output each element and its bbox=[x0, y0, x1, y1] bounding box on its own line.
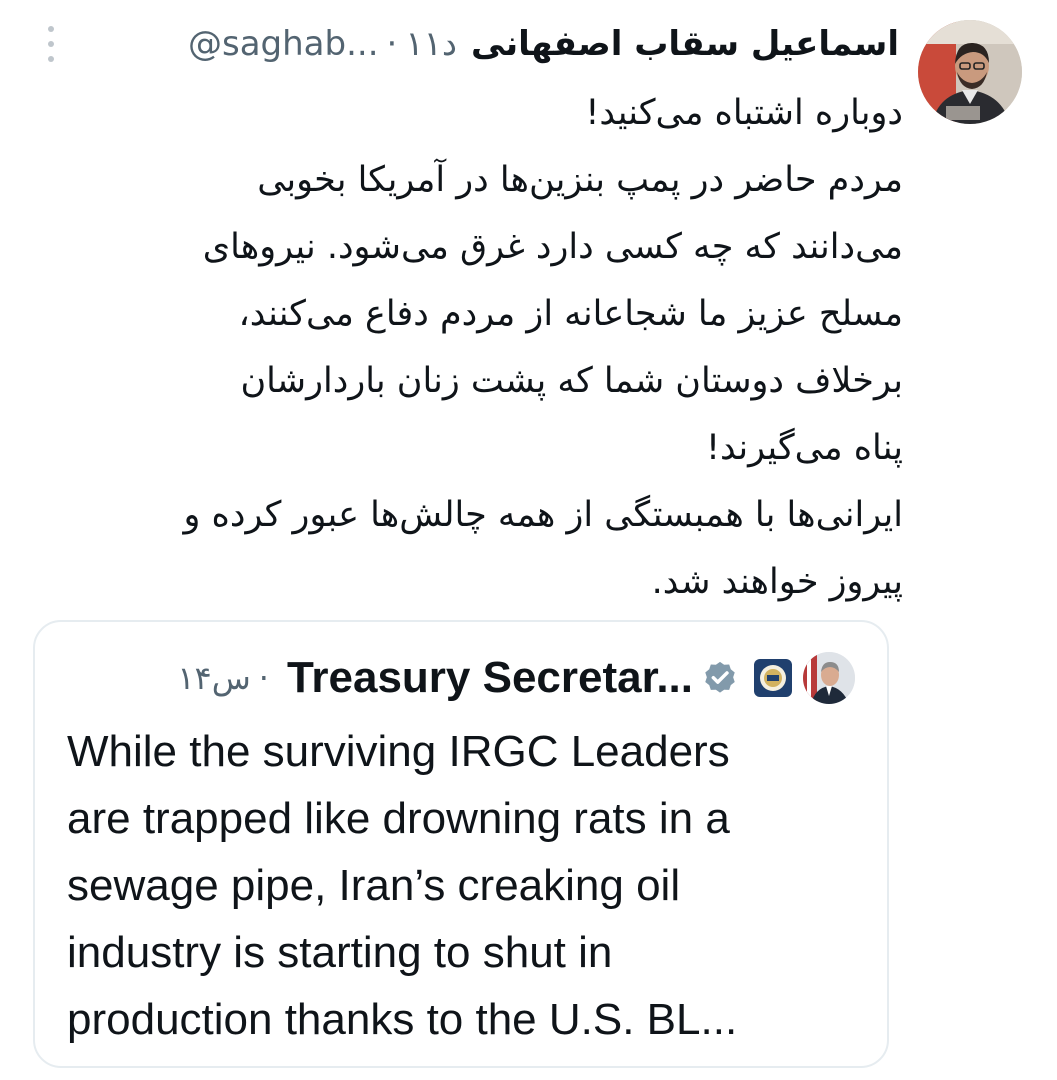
verified-badge-icon bbox=[705, 661, 735, 693]
tweet-line: مسلح عزیز ما شجاعانه از مردم دفاع می‌کنن… bbox=[238, 294, 903, 334]
quote-line: industry is starting to shut in bbox=[67, 928, 613, 977]
tweet-time[interactable]: ۱۱د bbox=[405, 24, 457, 64]
quote-line: While the surviving IRGC Leaders bbox=[67, 727, 730, 776]
quote-line: are trapped like drowning rats in a bbox=[67, 794, 730, 843]
tweet: اسماعیل سقاب اصفهانی @saghab... · ۱۱د دو… bbox=[0, 0, 1057, 1080]
tweet-line: پیروز خواهند شد. bbox=[651, 562, 903, 602]
avatar-photo bbox=[918, 20, 1022, 124]
quoted-tweet[interactable]: Treasury Secretar... ۱۴س · While the sur… bbox=[33, 620, 889, 1068]
more-vertical-icon[interactable] bbox=[40, 26, 62, 62]
quote-meta: ۱۴س · bbox=[177, 659, 277, 697]
tweet-line: دوباره اشتباه می‌کنید! bbox=[585, 93, 903, 133]
quote-header: Treasury Secretar... ۱۴س · bbox=[177, 650, 855, 706]
quote-line: production thanks to the U.S. BL... bbox=[67, 995, 738, 1044]
quote-line: sewage pipe, Iran’s creaking oil bbox=[67, 861, 681, 910]
treasury-seal-icon bbox=[754, 659, 792, 697]
author-handle[interactable]: @saghab... bbox=[188, 24, 379, 64]
tweet-text: دوباره اشتباه می‌کنید! مردم حاضر در پمپ … bbox=[43, 80, 904, 616]
tweet-line: ایرانی‌ها با همبستگی از همه چالش‌ها عبور… bbox=[183, 495, 904, 535]
quote-author-avatar[interactable] bbox=[803, 652, 855, 704]
quote-author-name[interactable]: Treasury Secretar... bbox=[287, 653, 693, 703]
tweet-line: پناه می‌گیرند! bbox=[705, 428, 903, 468]
tweet-line: می‌دانند که چه کسی دارد غرق می‌شود. نیرو… bbox=[202, 227, 903, 267]
author-name[interactable]: اسماعیل سقاب اصفهانی bbox=[471, 24, 899, 64]
tweet-meta: @saghab... · ۱۱د bbox=[188, 24, 457, 64]
quote-text: While the surviving IRGC Leaders are tra… bbox=[67, 718, 867, 1053]
tweet-line: مردم حاضر در پمپ بنزین‌ها در آمریکا بخوب… bbox=[257, 160, 903, 200]
quote-time[interactable]: ۱۴س bbox=[177, 659, 250, 697]
tweet-header: اسماعیل سقاب اصفهانی @saghab... · ۱۱د bbox=[188, 16, 899, 72]
meta-separator: · bbox=[386, 24, 398, 64]
author-avatar[interactable] bbox=[918, 20, 1022, 124]
tweet-line: برخلاف دوستان شما که پشت زنان باردارشان bbox=[240, 361, 903, 401]
quote-meta-separator: · bbox=[258, 659, 269, 697]
quote-avatar-photo bbox=[803, 652, 855, 704]
